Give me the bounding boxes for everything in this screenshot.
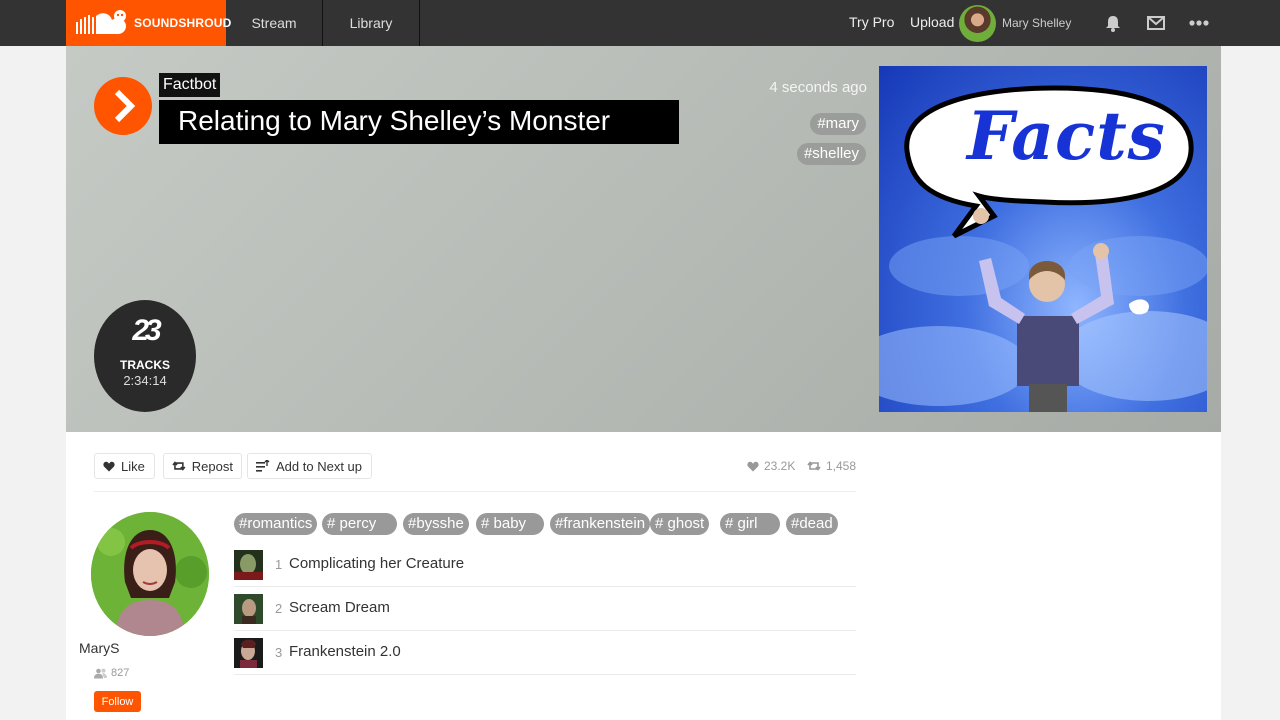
next-up-icon: [256, 460, 270, 472]
track-row[interactable]: 2 Scream Dream: [234, 587, 856, 631]
followers-icon: [94, 668, 107, 678]
track-number: 2: [275, 601, 283, 616]
tag-romantics[interactable]: #romantics: [234, 513, 318, 535]
reposts-count: 1,458: [826, 459, 857, 473]
avatar-image: [91, 512, 209, 636]
artist-name[interactable]: Factbot: [159, 73, 221, 97]
user-menu-name[interactable]: Mary Shelley: [1002, 16, 1071, 30]
repost-icon: [807, 461, 821, 471]
play-button[interactable]: [94, 77, 152, 135]
tag-baby[interactable]: # baby: [476, 513, 544, 535]
cloud-logo-icon: [76, 10, 126, 35]
track-thumbnail: [234, 594, 263, 624]
reposts-stat[interactable]: 1,458: [807, 459, 856, 473]
track-title[interactable]: Frankenstein 2.0: [289, 643, 401, 660]
uploader-name[interactable]: MaryS: [79, 640, 119, 656]
repost-label: Repost: [191, 458, 233, 474]
divider: [94, 491, 856, 492]
tag-frankenstein[interactable]: #frankenstein: [550, 513, 651, 535]
mail-icon[interactable]: [1145, 12, 1167, 34]
hero-tag-mary[interactable]: #mary: [810, 113, 866, 135]
more-icon[interactable]: [1188, 12, 1210, 34]
track-title[interactable]: Complicating her Creature: [289, 555, 464, 572]
tag-ghost[interactable]: # ghost: [650, 513, 710, 535]
track-number: 3: [275, 645, 283, 660]
top-nav: SOUNDSHROUD Stream Library Try Pro Uploa…: [0, 0, 1280, 46]
track-art: [234, 594, 263, 624]
heart-icon: [747, 461, 759, 471]
add-to-next-up-button[interactable]: Add to Next up: [247, 453, 372, 479]
like-button[interactable]: Like: [94, 453, 155, 479]
playlist-title: Relating to Mary Shelley’s Monster: [159, 100, 679, 144]
track-row[interactable]: 3 Frankenstein 2.0: [234, 631, 856, 675]
likes-count: 23.2K: [764, 459, 796, 473]
tag-percy[interactable]: # percy: [322, 513, 397, 535]
logo-text: SOUNDSHROUD: [134, 16, 232, 30]
playlist-duration: 2:34:14: [123, 373, 167, 388]
tag-dead[interactable]: #dead: [786, 513, 838, 535]
play-icon: [114, 89, 136, 123]
upload-time: 4 seconds ago: [769, 79, 867, 96]
follower-count[interactable]: 827: [94, 667, 129, 679]
user-avatar[interactable]: [959, 5, 996, 42]
next-up-label: Add to Next up: [276, 458, 362, 474]
artwork-caption: Facts: [967, 97, 1166, 175]
track-thumbnail: [234, 638, 263, 668]
uploader-avatar[interactable]: [91, 512, 209, 636]
like-label: Like: [121, 458, 145, 474]
playlist-artwork: Facts: [879, 66, 1207, 412]
track-row[interactable]: 1 Complicating her Creature: [234, 543, 856, 587]
hero-tag-shelley[interactable]: #shelley: [796, 143, 866, 165]
track-title[interactable]: Scream Dream: [289, 599, 390, 616]
followers-value: 827: [111, 667, 130, 679]
bell-icon[interactable]: [1102, 12, 1124, 34]
repost-icon: [172, 461, 186, 471]
track-art: [234, 638, 263, 668]
track-art: [234, 550, 263, 580]
tracks-count: 23: [132, 314, 161, 347]
tag-bysshe[interactable]: #bysshe: [403, 513, 469, 535]
tab-stream[interactable]: Stream: [226, 0, 323, 46]
try-pro-link[interactable]: Try Pro: [849, 14, 894, 30]
playlist-content: Like Repost Add to Next up 23.2K 1,458 M…: [66, 432, 1221, 720]
track-thumbnail: [234, 550, 263, 580]
track-number: 1: [275, 557, 283, 572]
logo[interactable]: SOUNDSHROUD: [66, 0, 231, 46]
likes-stat[interactable]: 23.2K: [747, 459, 795, 473]
tracks-counter: 23 TRACKS 2:34:14: [94, 300, 196, 412]
repost-button[interactable]: Repost: [163, 453, 242, 479]
tab-library[interactable]: Library: [323, 0, 420, 46]
heart-icon: [103, 461, 115, 471]
playlist-hero: Factbot Relating to Mary Shelley’s Monst…: [66, 46, 1221, 432]
tag-girl[interactable]: # girl: [720, 513, 780, 535]
tracks-label: TRACKS: [120, 358, 170, 372]
follow-button[interactable]: Follow: [94, 691, 141, 712]
upload-link[interactable]: Upload: [910, 14, 954, 30]
